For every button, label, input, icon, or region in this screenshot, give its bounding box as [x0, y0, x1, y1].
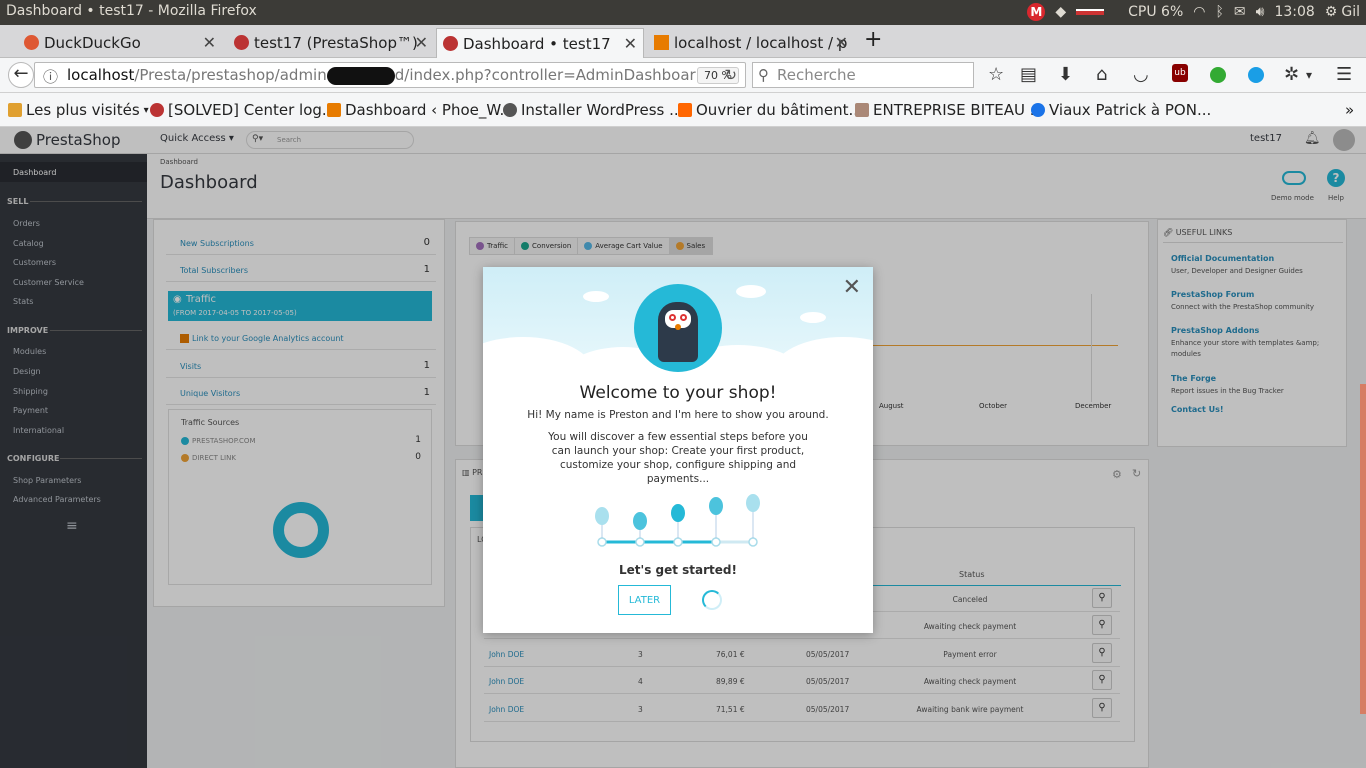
- close-icon[interactable]: ✕: [415, 33, 428, 52]
- reading-list-icon[interactable]: ▤: [1020, 64, 1037, 85]
- modal-backdrop-side: [0, 127, 147, 768]
- bookmark-viaux-patrick[interactable]: Viaux Patrick à PON...: [1031, 101, 1211, 119]
- prestashop-icon: [443, 36, 458, 51]
- mega-icon[interactable]: M: [1027, 3, 1046, 21]
- bookmark-label: Les plus visités: [26, 101, 140, 119]
- tab-test17[interactable]: test17 (PrestaShop™) ✕: [228, 28, 434, 58]
- folder-icon: [8, 103, 22, 117]
- xampp-icon: [327, 103, 341, 117]
- phpmyadmin-icon: [654, 35, 669, 50]
- url-host: localhost: [67, 66, 135, 84]
- bookmark-installer-wordpress[interactable]: Installer WordPress ...: [503, 101, 683, 119]
- download-icon[interactable]: ⬇: [1058, 64, 1073, 85]
- modal-title: Welcome to your shop!: [579, 383, 777, 403]
- get-started-text: Let's get started!: [619, 563, 737, 577]
- info-icon[interactable]: ⓘ: [43, 66, 58, 87]
- site-icon: [678, 103, 692, 117]
- new-tab-plus-icon[interactable]: +: [864, 27, 882, 52]
- close-icon[interactable]: ✕: [843, 275, 861, 300]
- bookmarks-overflow-icon[interactable]: »: [1345, 101, 1354, 119]
- extension-bug-icon[interactable]: ✲: [1284, 64, 1299, 85]
- search-placeholder: Recherche: [777, 66, 856, 84]
- url-bar[interactable]: ⓘ localhost/Presta/prestashop/admin d/ind…: [34, 62, 746, 88]
- tab-duckduckgo[interactable]: DuckDuckGo ✕: [18, 28, 222, 58]
- window-title: Dashboard • test17 - Mozilla Firefox: [6, 3, 257, 19]
- bookmark-entreprise-biteau[interactable]: ENTREPRISE BITEAU ...: [855, 101, 1044, 119]
- progress-balloons-illustration: [595, 494, 760, 547]
- extension-green-icon[interactable]: [1210, 67, 1226, 83]
- pocket-icon[interactable]: ◡: [1133, 64, 1149, 85]
- tab-label: DuckDuckGo: [44, 34, 141, 52]
- home-icon[interactable]: ⌂: [1096, 64, 1107, 85]
- house-icon: [855, 103, 869, 117]
- search-icon: ⚲: [758, 66, 769, 84]
- scrollbar[interactable]: [1360, 384, 1366, 714]
- os-top-bar: Dashboard • test17 - Mozilla Firefox M ◆…: [0, 0, 1366, 25]
- bookmark-label: Viaux Patrick à PON...: [1049, 101, 1212, 119]
- url-tail: d/index.php?controller=AdminDashboar: [394, 66, 696, 84]
- tab-label: localhost / localhost / p: [674, 34, 848, 52]
- bookmark-label: Ouvrier du bâtiment...: [696, 101, 863, 119]
- network-graph-icon: [1076, 9, 1105, 15]
- gear-icon[interactable]: ⚙: [1325, 4, 1338, 20]
- bluetooth-icon[interactable]: ᛒ: [1215, 4, 1223, 20]
- wordpress-icon: [503, 103, 517, 117]
- chevron-down-icon: ▾: [143, 104, 149, 116]
- tab-phpmyadmin[interactable]: localhost / localhost / p ✕: [648, 28, 854, 58]
- bookmark-most-visited[interactable]: Les plus visités ▾: [8, 101, 149, 119]
- mail-icon[interactable]: ✉: [1234, 4, 1246, 20]
- tab-label: Dashboard • test17: [463, 34, 611, 53]
- chevron-down-icon[interactable]: ▾: [1306, 68, 1312, 82]
- search-input[interactable]: ⚲ Recherche: [752, 62, 974, 88]
- welcome-modal: ✕ Welcome to your shop! Hi! My name is P…: [483, 267, 873, 633]
- url-path: /Presta/prestashop/admin: [134, 66, 327, 84]
- navigation-bar: ← ⓘ localhost/Presta/prestashop/admin d/i…: [0, 58, 1366, 93]
- bookmark-label: ENTREPRISE BITEAU ...: [873, 101, 1045, 119]
- close-icon[interactable]: ✕: [624, 34, 637, 53]
- preston-mascot-avatar: [634, 284, 722, 372]
- hamburger-menu-icon[interactable]: ☰: [1336, 64, 1352, 85]
- bookmarks-bar: Les plus visités ▾ [SOLVED] Center log...…: [0, 93, 1366, 127]
- tab-bar: DuckDuckGo ✕ test17 (PrestaShop™) ✕ Dash…: [0, 25, 1366, 58]
- ublock-icon[interactable]: ub: [1172, 64, 1188, 82]
- bookmark-solved[interactable]: [SOLVED] Center log...: [150, 101, 336, 119]
- bookmark-ouvrier[interactable]: Ouvrier du bâtiment...: [678, 101, 863, 119]
- close-icon[interactable]: ✕: [835, 33, 848, 52]
- bookmark-label: Dashboard ‹ Phoe_W...: [345, 101, 514, 119]
- system-tray: M ◆ CPU 6% ◠ ᛒ ✉ 🔊︎ 13:08 ⚙ Gil: [1027, 3, 1360, 21]
- back-arrow-icon[interactable]: ←: [8, 62, 34, 88]
- modal-description: You will discover a few essential steps …: [548, 431, 808, 485]
- close-icon[interactable]: ✕: [203, 33, 216, 52]
- modal-intro: Hi! My name is Preston and I'm here to s…: [527, 409, 829, 421]
- later-button[interactable]: LATER: [618, 585, 671, 615]
- redacted-blob: [326, 66, 395, 85]
- prestashop-icon: [150, 103, 164, 117]
- session-user[interactable]: Gil: [1341, 4, 1360, 20]
- prestashop-icon: [234, 35, 249, 50]
- reload-icon[interactable]: ↻: [724, 66, 737, 84]
- bookmark-label: Installer WordPress ...: [521, 101, 684, 119]
- tab-label: test17 (PrestaShop™): [254, 34, 418, 52]
- account-icon[interactable]: [1248, 67, 1264, 83]
- bookmark-label: [SOLVED] Center log...: [168, 101, 337, 119]
- duckduckgo-icon: [24, 35, 39, 50]
- cpu-indicator[interactable]: CPU 6%: [1128, 4, 1183, 20]
- star-bookmark-icon[interactable]: ☆: [988, 64, 1004, 85]
- tab-dashboard[interactable]: Dashboard • test17 ✕: [436, 28, 644, 58]
- bookmark-dashboard-phoe[interactable]: Dashboard ‹ Phoe_W...: [327, 101, 514, 119]
- volume-icon[interactable]: 🔊︎: [1256, 4, 1265, 20]
- alert-icon: [1031, 103, 1045, 117]
- clock[interactable]: 13:08: [1274, 4, 1314, 20]
- wifi-icon[interactable]: ◠: [1193, 4, 1205, 20]
- dropbox-icon[interactable]: ◆: [1055, 4, 1066, 20]
- loading-spinner: [702, 590, 722, 610]
